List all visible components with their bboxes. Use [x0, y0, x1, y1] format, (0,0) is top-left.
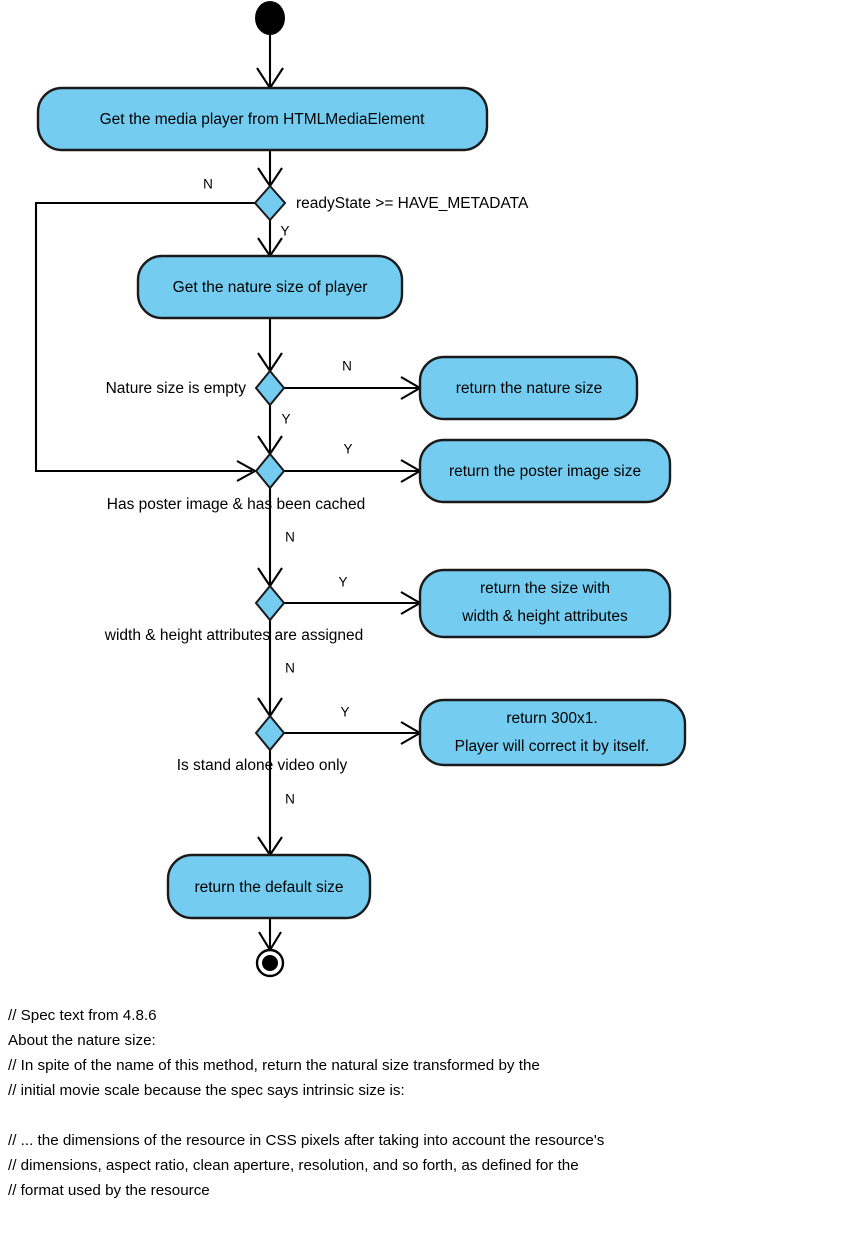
decision-has-poster-image[interactable] — [254, 452, 286, 490]
decision-ready-state[interactable] — [253, 184, 287, 222]
decision-nature-size-empty[interactable] — [254, 369, 286, 407]
branch-label-nature-empty-no: N — [342, 359, 352, 374]
decision-has-poster-image-label: Has poster image & has been cached — [107, 496, 366, 513]
branch-label-readystate-no: N — [203, 177, 213, 192]
decision-stand-alone-video-label: Is stand alone video only — [177, 757, 348, 774]
note-line-7: // format used by the resource — [8, 1182, 210, 1199]
note-line-1: About the nature size: — [8, 1032, 156, 1049]
decision-nature-size-empty-label: Nature size is empty — [106, 380, 247, 397]
activity-return-size-with-attributes-line2: width & height attributes — [461, 608, 628, 625]
activity-return-poster-image-size-label: return the poster image size — [449, 463, 641, 480]
branch-label-wh-assigned-yes: Y — [338, 575, 347, 590]
note-line-2: // In spite of the name of this method, … — [8, 1057, 540, 1074]
branch-label-stand-alone-yes: Y — [340, 705, 349, 720]
activity-return-default-size-label: return the default size — [194, 879, 343, 896]
note-line-6: // dimensions, aspect ratio, clean apert… — [8, 1157, 579, 1174]
decision-ready-state-label: readyState >= HAVE_METADATA — [296, 195, 529, 212]
decision-width-height-assigned[interactable] — [254, 584, 286, 622]
branch-label-wh-assigned-no: N — [285, 661, 295, 676]
note-line-0: // Spec text from 4.8.6 — [8, 1007, 157, 1024]
branch-label-has-poster-no: N — [285, 530, 295, 545]
note-line-4-blank — [8, 1103, 838, 1128]
start-node — [255, 1, 285, 35]
activity-return-300x1-line1: return 300x1. — [506, 710, 597, 727]
branch-label-readystate-yes: Y — [280, 224, 289, 239]
decision-stand-alone-video[interactable] — [254, 714, 286, 752]
edge-readystate-no-loop — [34, 201, 255, 473]
note-line-5: // ... the dimensions of the resource in… — [8, 1132, 605, 1149]
activity-get-nature-size-label: Get the nature size of player — [173, 279, 368, 296]
note-line-3: // initial movie scale because the spec … — [8, 1082, 405, 1099]
activity-return-300x1-line2: Player will correct it by itself. — [455, 738, 650, 755]
activity-return-nature-size-label: return the nature size — [456, 380, 602, 397]
activity-diagram-canvas: Get the media player from HTMLMediaEleme… — [0, 0, 843, 1243]
branch-label-stand-alone-no: N — [285, 792, 295, 807]
branch-label-nature-empty-yes: Y — [281, 412, 290, 427]
spec-notes-block: // Spec text from 4.8.6 About the nature… — [8, 1003, 838, 1203]
decision-width-height-assigned-label: width & height attributes are assigned — [104, 627, 364, 644]
activity-return-size-with-attributes-line1: return the size with — [480, 580, 610, 597]
end-node-dot — [262, 955, 278, 971]
branch-label-has-poster-yes: Y — [343, 442, 352, 457]
activity-get-media-player-label: Get the media player from HTMLMediaEleme… — [100, 111, 425, 128]
